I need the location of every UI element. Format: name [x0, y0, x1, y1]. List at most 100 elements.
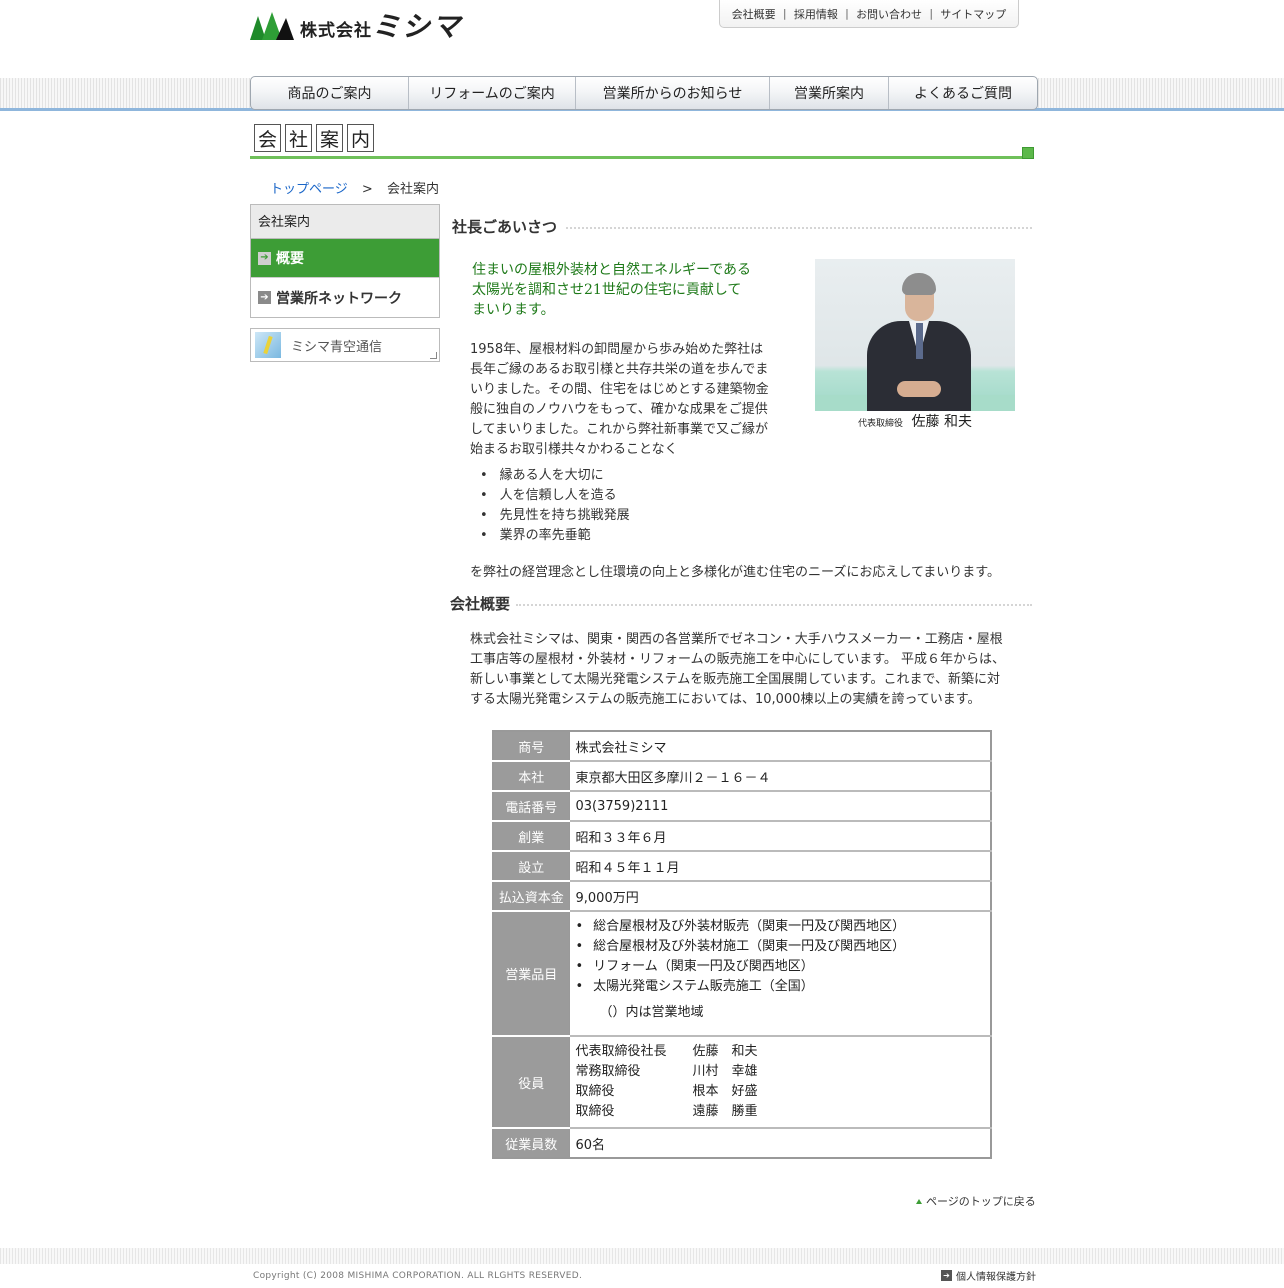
page-title-char: 会: [254, 124, 281, 152]
sidebar-heading: 会社案内: [251, 205, 439, 239]
row-value: 株式会社ミシマ: [568, 731, 991, 762]
company-logo[interactable]: 株式会社ミシマ: [250, 8, 500, 43]
nav-faq[interactable]: よくあるご質問: [889, 77, 1037, 109]
business-note: （）内は営業地域: [599, 1005, 704, 1020]
overview-text: 株式会社ミシマは、関東・関西の各営業所でゼネコン・大手ハウスメーカー・工務店・屋…: [470, 632, 1006, 707]
triangle-up-icon: [916, 1198, 922, 1204]
table-row: 役員 代表取締役社長 佐藤 和夫 常務取締役 川村 幸雄 取締役 根本 好盛 取締役遠…: [493, 1036, 991, 1129]
row-value: 60名: [568, 1128, 991, 1158]
separator: |: [845, 7, 849, 20]
breadcrumb-separator: >: [361, 182, 373, 197]
greeting-tail: を弊社の経営理念とし住環境の向上と多様化が進む住宅のニーズにお応えしてまいります…: [470, 565, 1001, 580]
business-list: 総合屋根材及び外装材販売（関東一円及び関西地区） 総合屋根材及び外装材施工（関東…: [576, 917, 985, 997]
row-value: 昭和４５年１１月: [568, 851, 991, 882]
breadcrumb-home[interactable]: トップページ: [270, 182, 348, 197]
row-label: 創業: [493, 821, 569, 852]
row-value: 代表取締役社長 佐藤 和夫 常務取締役 川村 幸雄 取締役 根本 好盛 取締役 遠藤 勝…: [568, 1036, 991, 1129]
top-link-sitemap[interactable]: サイトマップ: [940, 6, 1006, 22]
list-item: 先見性を持ち挑戦発展: [480, 506, 630, 526]
greeting-lead: 住まいの屋根外装材と自然エネルギーである 太陽光を調和させ21世紀の住宅に貢献し…: [472, 262, 752, 318]
table-row: 創業 昭和３３年６月: [493, 821, 991, 852]
page-title-char: 社: [285, 124, 312, 152]
breadcrumb-current: 会社案内: [386, 182, 439, 197]
officer-entry: 取締役 遠藤 勝重: [575, 1104, 758, 1119]
breadcrumb: トップページ > 会社案内: [270, 178, 439, 197]
sidebar-item-overview[interactable]: ➔ 概要: [251, 239, 439, 278]
row-label: 設立: [493, 851, 569, 882]
officer-entry: 取締役 根本 好盛: [575, 1084, 758, 1099]
top-link-recruit[interactable]: 採用情報: [794, 6, 838, 22]
section-title-overview: 会社概要: [450, 593, 1032, 614]
aozora-banner[interactable]: ミシマ青空通信: [250, 328, 440, 362]
arrow-right-icon: ➔: [258, 291, 271, 304]
row-label: 電話番号: [493, 791, 569, 822]
arrow-right-icon: ➔: [941, 1270, 952, 1281]
row-value: 9,000万円: [568, 881, 991, 912]
nav-branch-news[interactable]: 営業所からのお知らせ: [576, 77, 770, 109]
separator: |: [929, 7, 934, 20]
list-item: リフォーム（関東一円及び関西地区）: [576, 957, 985, 977]
top-link-company[interactable]: 会社概要: [732, 6, 776, 22]
back-to-top-link[interactable]: ページのトップに戻る: [916, 1193, 1036, 1209]
copyright: Copyright (C) 2008 MISHIMA CORPORATION. …: [253, 1271, 583, 1281]
sidebar-item-label: 概要: [276, 251, 304, 267]
nav-branch-guide[interactable]: 営業所案内: [770, 77, 889, 109]
arrow-right-icon: ➔: [258, 251, 271, 265]
corner-mark-icon: [430, 352, 437, 359]
row-label: 営業品目: [493, 911, 569, 1037]
officer-entry: 代表取締役社長 佐藤 和夫: [575, 1044, 758, 1059]
privacy-policy-link[interactable]: ➔ 個人情報保護方針: [941, 1268, 1036, 1283]
sidebar: 会社案内 ➔ 概要 ➔ 営業所ネットワーク: [250, 204, 440, 318]
table-row: 営業品目 総合屋根材及び外装材販売（関東一円及び関西地区） 総合屋根材及び外装材…: [493, 911, 991, 1037]
banner-label: ミシマ青空通信: [291, 339, 383, 355]
table-row: 商号 株式会社ミシマ: [493, 731, 991, 762]
section-title-greeting: 社長ごあいさつ: [452, 216, 1032, 237]
list-item: 縁ある人を大切に: [480, 466, 630, 486]
separator: |: [782, 7, 787, 20]
row-value: 東京都大田区多摩川２－１６－４: [568, 761, 991, 792]
president-photo: [815, 259, 1015, 411]
list-item: 総合屋根材及び外装材販売（関東一円及び関西地区）: [576, 917, 985, 937]
nav-reform[interactable]: リフォームのご案内: [409, 77, 576, 109]
philosophy-list: 縁ある人を大切に 人を信頼し人を造る 先見性を持ち挑戦発展 業界の率先垂範: [480, 466, 630, 546]
greeting-body: 1958年、屋根材料の卸問屋から歩み始めた弊社は 長年ご縁のあるお取引様と共存共…: [470, 342, 769, 457]
dotted-rule: [516, 604, 1032, 606]
title-square-icon: [1022, 147, 1034, 159]
top-link-contact[interactable]: お問い合わせ: [856, 6, 922, 22]
table-row: 本社 東京都大田区多摩川２－１６－４: [493, 761, 991, 792]
row-label: 役員: [493, 1036, 569, 1129]
footer-stripe: [0, 1248, 1284, 1264]
utility-links: 会社概要 | 採用情報 | お問い合わせ | サイトマップ: [719, 0, 1019, 28]
nav-products[interactable]: 商品のご案内: [251, 77, 409, 109]
row-label: 商号: [493, 731, 569, 762]
title-underline: [250, 156, 1034, 159]
table-row: 払込資本金 9,000万円: [493, 881, 991, 912]
global-nav: 商品のご案内 リフォームのご案内 営業所からのお知らせ 営業所案内 よくあるご質…: [250, 76, 1038, 110]
page-title: 会 社 案 内: [254, 124, 374, 152]
caption-role: 代表取締役: [858, 419, 904, 429]
row-value: 昭和３３年６月: [568, 821, 991, 852]
table-row: 従業員数 60名: [493, 1128, 991, 1158]
list-item: 太陽光発電システム販売施工（全国）: [576, 977, 985, 997]
row-value: 03(3759)2111: [568, 791, 991, 822]
row-label: 本社: [493, 761, 569, 792]
row-value: 総合屋根材及び外装材販売（関東一円及び関西地区） 総合屋根材及び外装材施工（関東…: [568, 911, 991, 1037]
caption-name: 佐藤 和夫: [911, 414, 972, 430]
list-item: 総合屋根材及び外装材施工（関東一円及び関西地区）: [576, 937, 985, 957]
sidebar-item-label: 営業所ネットワーク: [276, 290, 402, 307]
list-item: 業界の率先垂範: [480, 526, 630, 546]
page-title-char: 内: [347, 124, 374, 152]
row-label: 払込資本金: [493, 881, 569, 912]
logo-mark-icon: [250, 12, 294, 40]
logo-text: 株式会社ミシマ: [300, 10, 463, 43]
sidebar-item-network[interactable]: ➔ 営業所ネットワーク: [251, 278, 439, 317]
dotted-rule: [566, 227, 1032, 229]
company-info-table: 商号 株式会社ミシマ 本社 東京都大田区多摩川２－１６－４ 電話番号 03(37…: [492, 730, 992, 1159]
row-label: 従業員数: [493, 1128, 569, 1158]
table-row: 電話番号 03(3759)2111: [493, 791, 991, 822]
table-row: 設立 昭和４５年１１月: [493, 851, 991, 882]
page-title-char: 案: [316, 124, 343, 152]
list-item: 人を信頼し人を造る: [480, 486, 630, 506]
officer-entry: 常務取締役 川村 幸雄: [575, 1064, 758, 1079]
photo-caption: 代表取締役 佐藤 和夫: [815, 411, 1015, 431]
